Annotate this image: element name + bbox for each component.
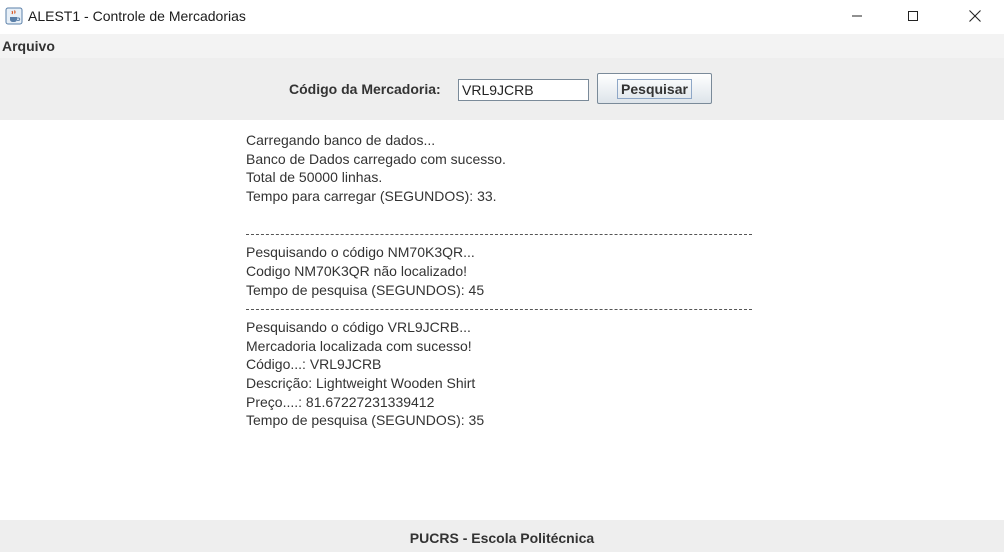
- output-line: Mercadoria localizada com sucesso!: [246, 337, 472, 354]
- close-button[interactable]: [952, 0, 998, 32]
- footer-text: PUCRS - Escola Politécnica: [409, 530, 595, 546]
- output-area: Carregando banco de dados... Banco de Da…: [246, 131, 766, 430]
- menu-bar: Arquivo: [0, 34, 1004, 58]
- maximize-icon: [908, 11, 918, 21]
- output-line: Banco de Dados carregado com sucesso.: [246, 150, 506, 167]
- output-line: Código...: VRL9JCRB: [246, 356, 382, 373]
- output-separator: [246, 299, 766, 318]
- java-cup-icon: [5, 7, 23, 25]
- window-title: ALEST1 - Controle de Mercadorias: [28, 8, 246, 24]
- search-button-label: Pesquisar: [617, 78, 692, 99]
- output-line: Tempo para carregar (SEGUNDOS): 33.: [246, 188, 497, 205]
- output-line: Carregando banco de dados...: [246, 132, 436, 148]
- footer: PUCRS - Escola Politécnica: [0, 520, 1004, 552]
- menu-item-arquivo[interactable]: Arquivo: [2, 38, 55, 54]
- close-icon: [969, 10, 981, 22]
- code-field-label: Código da Mercadoria:: [289, 81, 441, 97]
- title-bar: ALEST1 - Controle de Mercadorias: [0, 0, 1004, 32]
- output-line: Total de 50000 linhas.: [246, 169, 383, 186]
- search-panel: Código da Mercadoria: Pesquisar: [0, 58, 1004, 120]
- search-button[interactable]: Pesquisar: [597, 73, 712, 104]
- code-input[interactable]: [458, 79, 589, 101]
- output-separator: [246, 224, 766, 243]
- output-line: Descrição: Lightweight Wooden Shirt: [246, 374, 476, 391]
- minimize-icon: [852, 15, 862, 17]
- output-line: Tempo de pesquisa (SEGUNDOS): 45: [246, 281, 485, 298]
- output-line: Pesquisando o código VRL9JCRB...: [246, 318, 471, 335]
- output-line: Preço....: 81.67227231339412: [246, 393, 435, 410]
- minimize-button[interactable]: [834, 0, 880, 32]
- output-blank-line: [246, 206, 766, 225]
- output-line: Codigo NM70K3QR não localizado!: [246, 262, 468, 279]
- output-line: Pesquisando o código NM70K3QR...: [246, 244, 475, 261]
- maximize-button[interactable]: [890, 0, 936, 32]
- output-line: Tempo de pesquisa (SEGUNDOS): 35: [246, 412, 485, 429]
